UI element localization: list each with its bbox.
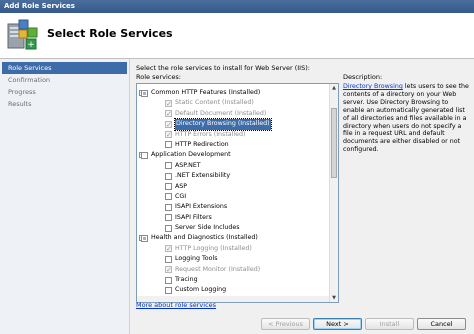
role-service-checkbox[interactable] — [165, 193, 172, 201]
role-services-tree[interactable]: −Common HTTP Features (Installed)Static … — [136, 83, 339, 303]
role-service-label: Directory Browsing (Installed) — [174, 118, 272, 131]
tree-item-row[interactable]: Server Side Includes — [137, 223, 329, 233]
role-service-checkbox[interactable] — [141, 151, 148, 159]
role-service-label: CGI — [175, 192, 187, 200]
tree-item-row[interactable]: ASP.NET — [137, 161, 329, 171]
svg-text:+: + — [27, 40, 35, 50]
role-service-label: Custom Logging — [175, 286, 227, 294]
role-service-checkbox — [165, 130, 172, 140]
role-service-checkbox[interactable] — [165, 276, 172, 284]
tree-item-row[interactable]: HTTP Redirection — [137, 140, 329, 150]
tree-group-row[interactable]: −Application Development — [137, 150, 329, 160]
role-service-checkbox — [165, 265, 172, 276]
previous-button[interactable]: < Previous — [261, 318, 310, 330]
main-panel: Select the role services to install for … — [130, 59, 474, 334]
role-service-label: .NET Extensibility — [175, 172, 231, 180]
role-service-label: HTTP Logging (Installed) — [175, 244, 252, 252]
role-service-checkbox[interactable] — [165, 203, 172, 211]
tree-item-row[interactable]: ISAPI Extensions — [137, 202, 329, 212]
description-link[interactable]: Directory Browsing — [343, 83, 403, 90]
role-service-checkbox[interactable] — [165, 141, 172, 149]
role-service-label: ISAPI Extensions — [175, 203, 228, 211]
tree-item-row[interactable]: CGI — [137, 192, 329, 202]
window-title: Add Role Services — [0, 0, 474, 13]
description-text: Directory Browsing lets users to see the… — [343, 83, 471, 154]
nav-item-confirmation[interactable]: Confirmation — [0, 74, 129, 86]
install-button[interactable]: Install — [365, 318, 414, 330]
role-service-checkbox[interactable] — [141, 89, 148, 97]
role-service-checkbox[interactable] — [165, 172, 172, 180]
role-service-label: HTTP Errors (Installed) — [175, 130, 246, 138]
page-title: Select Role Services — [47, 27, 173, 40]
role-service-label: ASP.NET — [175, 161, 201, 169]
description-body: lets users to see the contents of a dire… — [343, 83, 469, 154]
tree-item-row[interactable]: Request Monitor (Installed) — [137, 265, 329, 276]
role-service-label: ASP — [175, 182, 188, 190]
tree-group-row[interactable]: −Common HTTP Features (Installed) — [137, 88, 329, 98]
instruction-text: Select the role services to install for … — [136, 64, 310, 72]
tree-items: −Common HTTP Features (Installed)Static … — [137, 88, 329, 302]
tree-item-row[interactable]: Static Content (Installed) — [137, 98, 329, 109]
role-service-checkbox — [165, 109, 172, 120]
role-services-label: Role services: — [136, 73, 181, 81]
role-service-label: Tracing — [175, 276, 198, 284]
cancel-button[interactable]: Cancel — [417, 318, 466, 330]
role-service-checkbox[interactable] — [141, 234, 148, 242]
tree-item-row[interactable]: Tracing — [137, 275, 329, 285]
role-service-label: Logging Tools — [175, 255, 218, 263]
tree-item-row[interactable]: ASP — [137, 182, 329, 192]
role-service-label: Health and Diagnostics (Installed) — [151, 234, 258, 242]
role-service-label: Server Side Includes — [175, 224, 240, 232]
scroll-up-icon[interactable]: ▲ — [330, 84, 338, 92]
role-service-checkbox[interactable] — [165, 162, 172, 170]
tree-item-row[interactable]: Default Document (Installed) — [137, 109, 329, 120]
role-service-label: Default Document (Installed) — [175, 109, 267, 117]
nav-item-role-services[interactable]: Role Services — [2, 62, 127, 74]
nav-item-progress[interactable]: Progress — [0, 86, 129, 98]
role-service-checkbox — [165, 120, 172, 130]
tree-item-row[interactable]: HTTP Logging (Installed) — [137, 244, 329, 255]
role-service-label: Common HTTP Features (Installed) — [151, 89, 261, 96]
tree-item-row[interactable]: Custom Logging — [137, 285, 329, 295]
tree-vertical-scrollbar[interactable]: ▲ ▼ — [329, 84, 338, 302]
role-service-checkbox[interactable] — [165, 214, 172, 222]
role-service-label: Request Monitor (Installed) — [175, 265, 261, 273]
tree-item-row[interactable]: Directory Browsing (Installed) — [137, 118, 329, 131]
role-service-checkbox — [165, 99, 172, 109]
nav-item-results[interactable]: Results — [0, 98, 129, 110]
more-about-role-services-link[interactable]: More about role services — [136, 301, 216, 309]
tree-item-row[interactable]: HTTP Errors (Installed) — [137, 130, 329, 140]
role-service-checkbox[interactable] — [165, 255, 172, 263]
scroll-down-icon[interactable]: ▼ — [330, 294, 338, 302]
wizard-nav: Role Services Confirmation Progress Resu… — [0, 59, 130, 334]
next-button[interactable]: Next > — [313, 318, 362, 330]
server-roles-icon: + — [7, 19, 38, 50]
role-service-label: HTTP Redirection — [175, 140, 229, 148]
role-service-checkbox — [165, 244, 172, 255]
tree-group-row[interactable]: −Health and Diagnostics (Installed) — [137, 233, 329, 243]
role-service-checkbox[interactable] — [165, 286, 172, 294]
tree-item-row[interactable]: ISAPI Filters — [137, 213, 329, 223]
wizard-header: + Select Role Services — [0, 13, 474, 59]
tree-item-row[interactable]: Logging Tools — [137, 254, 329, 264]
role-service-checkbox[interactable] — [165, 224, 172, 232]
role-service-label: ISAPI Filters — [175, 213, 212, 221]
role-service-label: Static Content (Installed) — [175, 99, 254, 107]
description-label: Description: — [343, 73, 383, 81]
role-service-checkbox[interactable] — [165, 183, 172, 191]
role-service-label: Application Development — [151, 151, 231, 159]
scroll-thumb[interactable] — [331, 108, 337, 178]
tree-item-row[interactable]: .NET Extensibility — [137, 171, 329, 181]
